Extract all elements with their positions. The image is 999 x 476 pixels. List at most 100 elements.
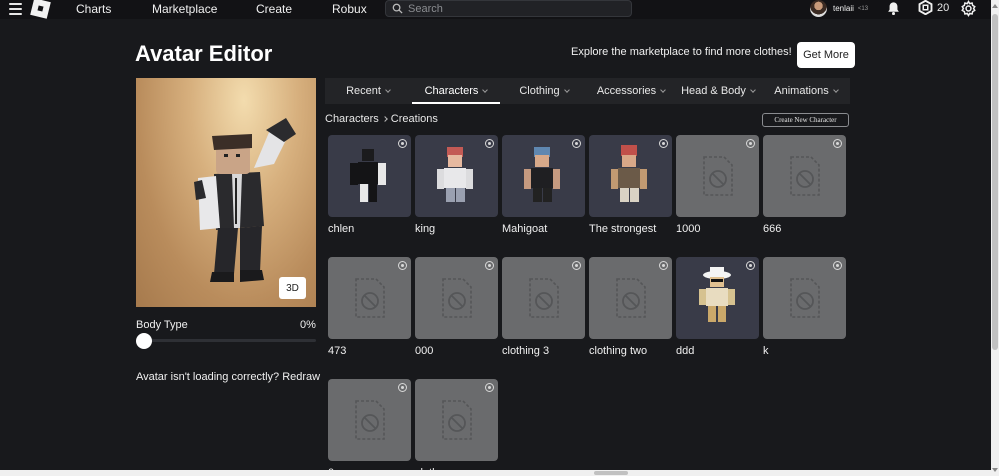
get-more-button[interactable]: Get More	[797, 42, 855, 68]
body-type-slider-track[interactable]	[144, 339, 316, 342]
tab-characters[interactable]: Characters	[412, 78, 500, 104]
page-title: Avatar Editor	[135, 41, 273, 66]
character-name: king	[415, 223, 436, 235]
character-card[interactable]: 666	[763, 135, 846, 235]
scroll-up-arrow[interactable]	[992, 4, 998, 8]
character-thumbnail[interactable]	[415, 257, 498, 339]
menu-icon[interactable]	[9, 3, 22, 15]
tab-recent[interactable]: Recent	[325, 78, 411, 104]
breadcrumb: Characters Creations	[325, 113, 438, 125]
nav-link-robux[interactable]: Robux	[332, 2, 367, 16]
promo-text: Explore the marketplace to find more clo…	[571, 46, 792, 58]
create-new-character-button[interactable]: Create New Character	[762, 113, 849, 127]
gear-icon[interactable]	[659, 261, 668, 270]
body-type-value: 0%	[300, 319, 316, 331]
character-thumbnail[interactable]	[415, 135, 498, 217]
character-thumbnail[interactable]	[328, 257, 411, 339]
tab-label: Recent	[346, 85, 381, 97]
character-thumbnail[interactable]	[676, 135, 759, 217]
gear-icon[interactable]	[572, 139, 581, 148]
search-box	[385, 0, 632, 17]
character-thumbnail[interactable]	[328, 135, 411, 217]
character-card[interactable]: The strongest	[589, 135, 672, 235]
chevron-down-icon	[832, 86, 839, 93]
avatar	[810, 0, 827, 17]
search-input[interactable]	[408, 2, 608, 15]
scroll-down-arrow[interactable]	[992, 468, 998, 472]
character-thumbnail[interactable]	[328, 379, 411, 461]
character-name: 0	[328, 467, 335, 476]
tab-label: Clothing	[519, 85, 560, 97]
character-card[interactable]: chlen	[328, 135, 411, 235]
body-type-slider-thumb[interactable]	[136, 333, 152, 349]
no-image-icon	[355, 400, 385, 440]
horizontal-scroll-thumb[interactable]	[594, 471, 628, 475]
character-thumbnail[interactable]	[763, 257, 846, 339]
character-card[interactable]: clothing two	[589, 257, 672, 357]
character-thumbnail[interactable]	[589, 135, 672, 217]
character-card[interactable]: 000	[415, 257, 498, 357]
gear-icon[interactable]	[398, 383, 407, 392]
tab-clothing[interactable]: Clothing	[500, 78, 588, 104]
gear-icon[interactable]	[960, 0, 977, 20]
breadcrumb-root[interactable]: Characters	[325, 113, 379, 125]
gear-icon[interactable]	[485, 261, 494, 270]
character-card[interactable]: clothing 3	[502, 257, 585, 357]
tab-label: Characters	[424, 85, 479, 97]
gear-icon[interactable]	[746, 261, 755, 270]
redraw-link[interactable]: Redraw	[282, 371, 320, 383]
character-card[interactable]: ddd	[676, 257, 759, 357]
vertical-scrollbar[interactable]	[991, 0, 999, 476]
avatar-preview[interactable]	[136, 78, 316, 307]
scroll-thumb[interactable]	[992, 14, 998, 350]
body-type-label: Body Type	[136, 319, 188, 331]
character-thumbnail[interactable]	[763, 135, 846, 217]
tab-animations[interactable]: Animations	[762, 78, 850, 104]
roblox-logo[interactable]	[30, 0, 51, 19]
toggle-3d-button[interactable]: 3D	[279, 277, 306, 299]
gear-icon[interactable]	[398, 261, 407, 270]
gear-icon[interactable]	[572, 261, 581, 270]
nav-link-charts[interactable]: Charts	[76, 2, 111, 16]
robux-balance[interactable]: 20	[918, 0, 949, 15]
chevron-down-icon	[750, 86, 756, 93]
nav-link-marketplace[interactable]: Marketplace	[152, 2, 217, 16]
gear-icon[interactable]	[746, 139, 755, 148]
character-name: clothes one	[415, 467, 472, 476]
gear-icon[interactable]	[833, 139, 842, 148]
character-name: clothing two	[589, 345, 648, 357]
character-thumbnail[interactable]	[502, 135, 585, 217]
gear-icon[interactable]	[659, 139, 668, 148]
tab-accessories[interactable]: Accessories	[588, 78, 674, 104]
chevron-down-icon	[482, 86, 489, 93]
no-image-icon	[790, 156, 820, 196]
top-nav: Charts Marketplace Create Robux tenlaii …	[0, 0, 991, 19]
character-thumbnail[interactable]	[589, 257, 672, 339]
nav-link-create[interactable]: Create	[256, 2, 292, 16]
character-thumbnail[interactable]	[415, 379, 498, 461]
gear-icon[interactable]	[485, 139, 494, 148]
character-thumbnail[interactable]	[676, 257, 759, 339]
no-image-icon	[703, 156, 733, 196]
chevron-down-icon	[563, 86, 570, 93]
username: tenlaii	[833, 4, 854, 13]
gear-icon[interactable]	[833, 261, 842, 270]
gear-icon[interactable]	[398, 139, 407, 148]
no-image-icon	[442, 278, 472, 318]
avatar-loading-help: Avatar isn't loading correctly? Redraw	[136, 371, 320, 383]
character-card[interactable]: k	[763, 257, 846, 357]
bell-icon[interactable]	[886, 1, 901, 19]
character-card[interactable]: 1000	[676, 135, 759, 235]
character-card[interactable]: king	[415, 135, 498, 235]
tab-head-body[interactable]: Head & Body	[674, 78, 762, 104]
character-card[interactable]: clothes one	[415, 379, 498, 476]
user-menu[interactable]: tenlaii <13	[810, 0, 868, 17]
character-card[interactable]: 0	[328, 379, 411, 476]
character-card[interactable]: Mahigoat	[502, 135, 585, 235]
character-name: clothing 3	[502, 345, 550, 357]
character-name: chlen	[328, 223, 355, 235]
gear-icon[interactable]	[485, 383, 494, 392]
chevron-down-icon	[385, 86, 391, 93]
character-thumbnail[interactable]	[502, 257, 585, 339]
character-card[interactable]: 473	[328, 257, 411, 357]
